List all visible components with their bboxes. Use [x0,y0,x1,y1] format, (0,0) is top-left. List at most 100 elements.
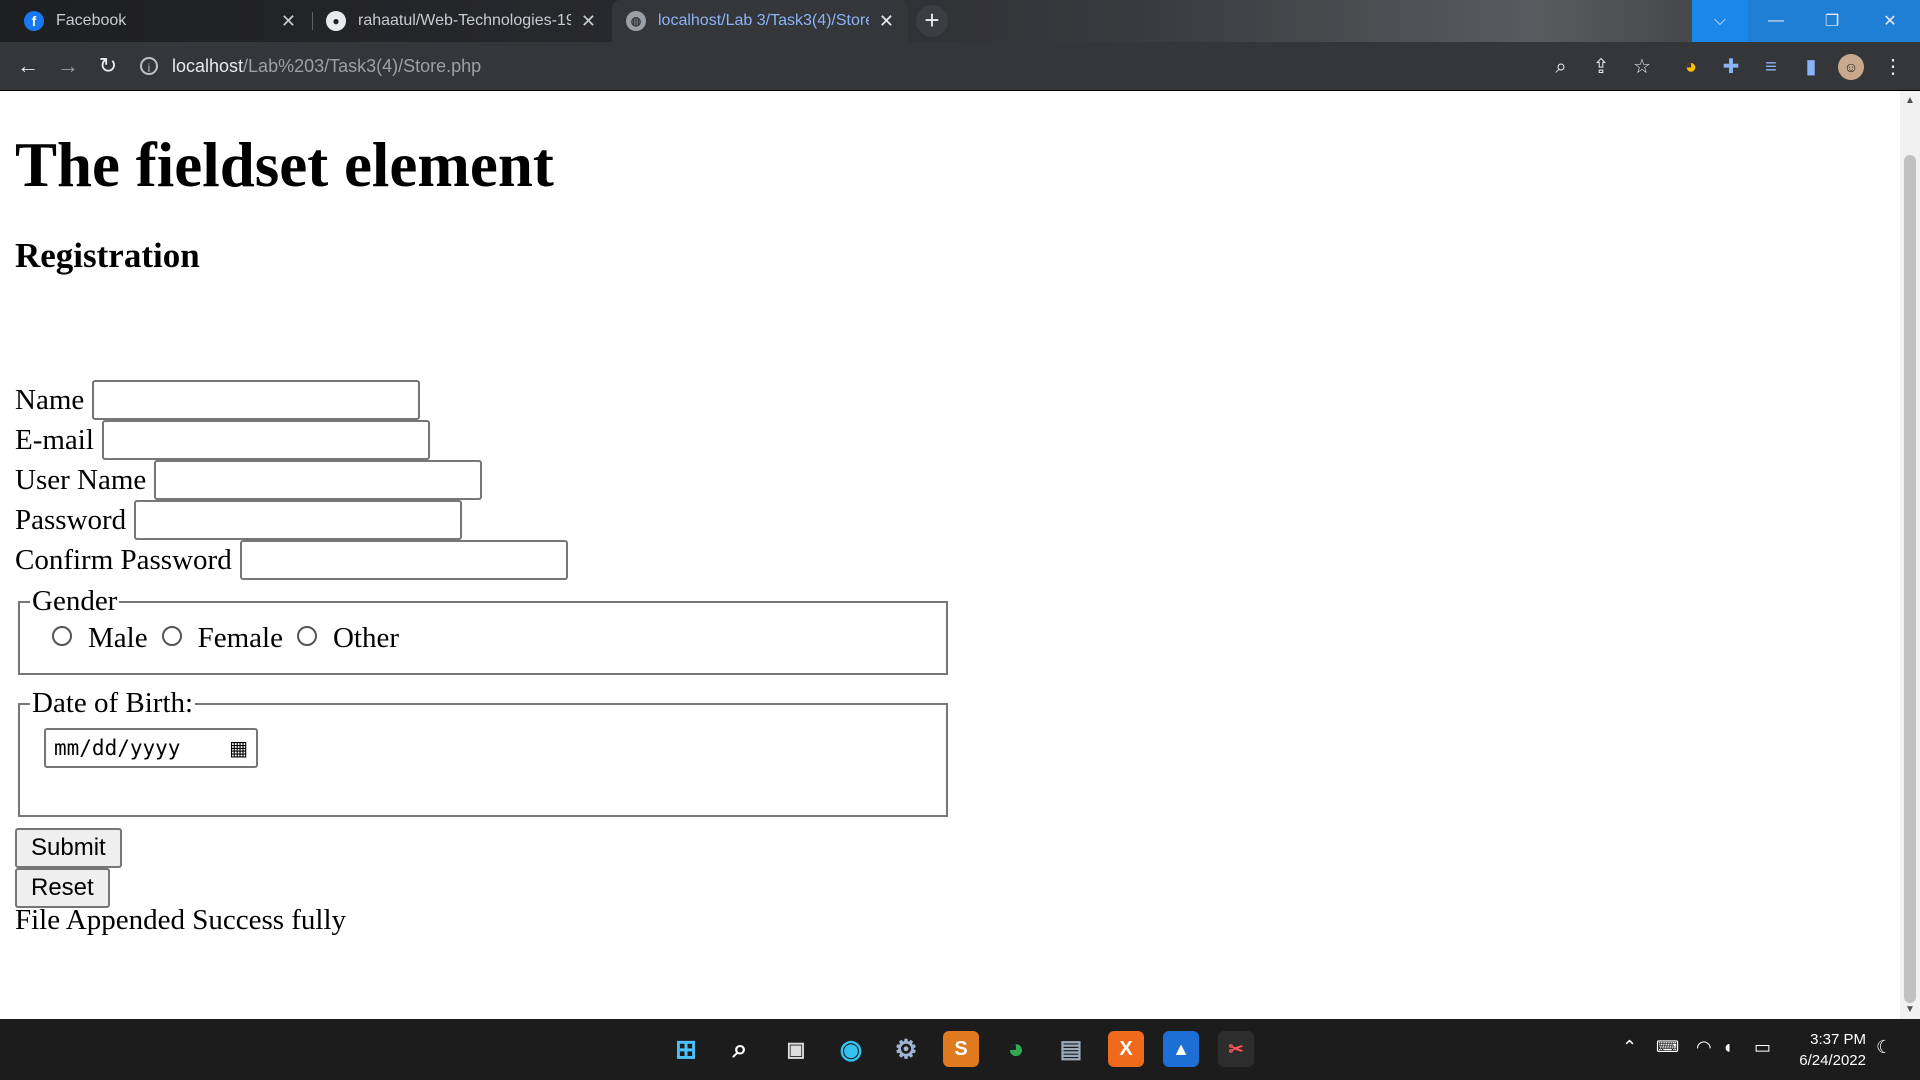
scroll-up-icon[interactable]: ▲ [1900,95,1920,106]
zoom-icon[interactable]: ⌕ [1548,54,1574,80]
minimize-icon: — [1768,12,1784,29]
clock-date: 6/24/2022 [1799,1052,1866,1069]
task-view-icon[interactable]: ▣ [778,1031,814,1067]
battery-icon[interactable]: ▭ [1754,1037,1771,1058]
gender-options: Male Female Other [20,618,946,655]
menu-dots-icon[interactable]: ⋮ [1880,54,1906,80]
wifi-icon[interactable]: ◠ [1696,1037,1712,1058]
close-icon[interactable]: ✕ [879,11,894,32]
restore-button[interactable]: ❐ [1804,0,1860,42]
gender-label-female: Female [197,622,283,654]
tab-github[interactable]: ● rahaatul/Web-Technologies-19-4 ✕ [312,0,610,42]
confirm-password-input[interactable] [239,540,568,580]
facebook-icon: f [24,11,44,31]
gender-radio-female[interactable] [161,625,182,646]
media-queue-icon[interactable]: ≡ [1758,54,1784,80]
registration-heading: Registration [15,236,200,275]
minimize-button[interactable]: — [1748,0,1804,42]
snipping-tool-icon[interactable]: ✂ [1218,1031,1254,1067]
chevron-down-icon: ⌵ [1713,12,1727,29]
confirm-password-label: Confirm Password [15,543,232,576]
submit-button[interactable]: Submit [15,828,122,868]
restore-icon: ❐ [1824,13,1840,30]
clock[interactable]: 3:37 PM 6/24/2022 [1776,1029,1866,1071]
settings-gear-icon[interactable]: ⚙ [888,1031,924,1067]
vertical-scrollbar[interactable]: ▲ ▼ [1900,91,1920,1019]
close-icon[interactable]: ✕ [281,11,296,32]
date-placeholder: mm/dd/yyyy [54,736,181,760]
reload-icon: ↻ [98,53,118,78]
reload-button[interactable]: ↻ [94,52,122,80]
tab-title: Facebook [56,12,127,29]
network-computer-icon[interactable]: ▤ [1053,1031,1089,1067]
username-input[interactable] [154,460,483,500]
xampp-icon[interactable]: X [1108,1031,1144,1067]
close-window-button[interactable]: ✕ [1860,0,1920,42]
gender-radio-male[interactable] [52,625,72,646]
gender-radio-other[interactable] [296,625,317,646]
keyboard-icon[interactable]: ⌨ [1656,1037,1679,1057]
focus-moon-icon[interactable]: ☾ [1876,1037,1892,1058]
name-row: Name [15,380,421,420]
tab-title: localhost/Lab 3/Task3(4)/Store.php [658,12,869,29]
windows-start-icon[interactable]: ⊞ [668,1031,704,1067]
dob-date-input[interactable]: mm/dd/yyyy ▦ [44,728,258,768]
tab-search-button[interactable]: ⌵ [1692,0,1748,42]
arrow-left-icon: ← [17,53,39,78]
bookmark-star-icon[interactable]: ☆ [1629,54,1655,80]
back-button[interactable]: ← [14,52,42,80]
share-icon[interactable]: ⇪ [1588,54,1614,80]
arrow-right-icon: → [57,53,79,78]
page-title: The fieldset element [15,130,554,200]
tab-store[interactable]: ◍ localhost/Lab 3/Task3(4)/Store.php ✕ [612,0,908,42]
reset-button[interactable]: Reset [15,868,110,908]
sublime-text-icon[interactable]: S [943,1031,979,1067]
browser-toolbar: ← → ↻ i localhost/Lab%203/Task3(4)/Store… [0,42,1920,91]
scrollbar-thumb[interactable] [1904,155,1916,1003]
status-message: File Appended Success fully [15,904,347,936]
dob-fieldset: Date of Birth: mm/dd/yyyy ▦ [18,687,948,817]
url-path: /Lab%203/Task3(4)/Store.php [243,55,482,76]
confirm-password-row: Confirm Password [15,540,568,580]
calendar-icon[interactable]: ▦ [229,736,248,760]
username-row: User Name [15,460,483,500]
name-input[interactable] [92,380,421,420]
github-icon: ● [326,11,346,31]
password-label: Password [15,503,127,536]
email-input[interactable] [101,420,430,460]
side-panel-icon[interactable]: ▮ [1798,54,1824,80]
gender-fieldset: Gender Male Female Other [18,585,948,675]
edge-browser-icon[interactable]: ◉ [833,1031,869,1067]
close-icon: ✕ [1883,13,1897,30]
address-bar[interactable]: i localhost/Lab%203/Task3(4)/Store.php [140,48,1540,84]
photos-icon[interactable]: ▲ [1163,1031,1199,1067]
password-row: Password [15,500,463,540]
email-row: E-mail [15,420,430,460]
profile-avatar[interactable]: ☺ [1838,54,1864,80]
gender-label-other: Other [332,622,399,654]
windows-taskbar: ⊞ ⌕ ▣ ◉ ⚙ S ◕ ▤ X ▲ ✂ ⌃ ⌨ ◠ ◖ ▭ 3:37 PM … [0,1019,1920,1080]
dob-legend: Date of Birth: [32,687,194,719]
tab-strip: f Facebook ✕ ● rahaatul/Web-Technologies… [0,0,1920,42]
extension-colorful-icon[interactable]: ◕ [1678,54,1704,80]
tab-title: rahaatul/Web-Technologies-19-4 [358,12,571,29]
globe-icon: ◍ [626,11,646,31]
password-input[interactable] [134,500,463,540]
info-icon[interactable]: i [140,57,158,75]
page-content: The fieldset element Registration Name E… [0,91,1900,1019]
volume-icon[interactable]: ◖ [1722,1037,1733,1058]
search-icon[interactable]: ⌕ [722,1031,758,1067]
tray-overflow-chevron-icon[interactable]: ⌃ [1622,1037,1637,1058]
scroll-down-icon[interactable]: ▼ [1900,1004,1920,1015]
username-label: User Name [15,463,147,496]
close-icon[interactable]: ✕ [581,11,596,32]
chrome-icon[interactable]: ◕ [998,1031,1034,1067]
gender-label-male: Male [88,622,148,654]
url-host: localhost [172,55,244,76]
forward-button[interactable]: → [54,52,82,80]
extensions-puzzle-icon[interactable]: ✚ [1718,54,1744,80]
gender-legend: Gender [32,585,118,617]
new-tab-button[interactable]: + [916,5,948,37]
name-label: Name [15,383,85,416]
tab-facebook[interactable]: f Facebook ✕ [10,0,310,42]
